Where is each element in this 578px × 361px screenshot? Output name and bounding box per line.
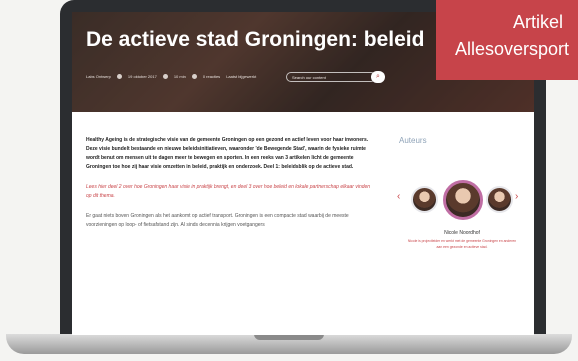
- article-body: Healthy Ageing is de strategische visie …: [86, 136, 374, 230]
- category-label[interactable]: Labs Ontwerp: [86, 74, 111, 79]
- avatar-active[interactable]: [443, 180, 483, 220]
- article-meta: Labs Ontwerp 19 oktober 2017 10 min 0 re…: [86, 74, 256, 79]
- views-label: Laatst bijgewerkt: [226, 74, 257, 79]
- related-links[interactable]: Lees hier deel 2 over hoe Groningen haar…: [86, 183, 374, 201]
- comment-icon: [191, 74, 197, 79]
- banner-line-1: Artikel: [513, 12, 564, 32]
- author-name: Nicole Noordhof: [444, 230, 480, 236]
- comments-label[interactable]: 0 reacties: [203, 74, 220, 79]
- page-title: De actieve stad Groningen: beleid: [86, 28, 425, 51]
- category-banner: Artikel Allesoversport: [436, 0, 578, 80]
- author-bio: Nicole is projectleider en werkt met de …: [407, 239, 517, 249]
- avatar[interactable]: [411, 186, 438, 213]
- chevron-left-icon[interactable]: ‹: [397, 191, 400, 202]
- search-input[interactable]: Search our content: [286, 72, 376, 82]
- author-sidebar: Auteurs ‹ › Nicole Noordhof Nicole is pr…: [397, 136, 527, 249]
- author-carousel: ‹ ›: [397, 178, 527, 220]
- calendar-icon: [116, 74, 122, 79]
- article-paragraph: Er gaat niets boven Groningen als het aa…: [86, 213, 349, 228]
- search-button[interactable]: ⌕: [371, 71, 385, 83]
- clock-icon: [162, 74, 168, 79]
- sidebar-title: Auteurs: [399, 136, 427, 145]
- article-intro: Healthy Ageing is de strategische visie …: [86, 137, 369, 170]
- date-label: 19 oktober 2017: [127, 74, 157, 79]
- chevron-right-icon[interactable]: ›: [515, 191, 518, 202]
- avatar[interactable]: [486, 186, 513, 213]
- search-icon: ⌕: [376, 73, 380, 80]
- read-time-label: 10 min: [173, 74, 186, 79]
- banner-line-2: Allesoversport: [455, 39, 570, 59]
